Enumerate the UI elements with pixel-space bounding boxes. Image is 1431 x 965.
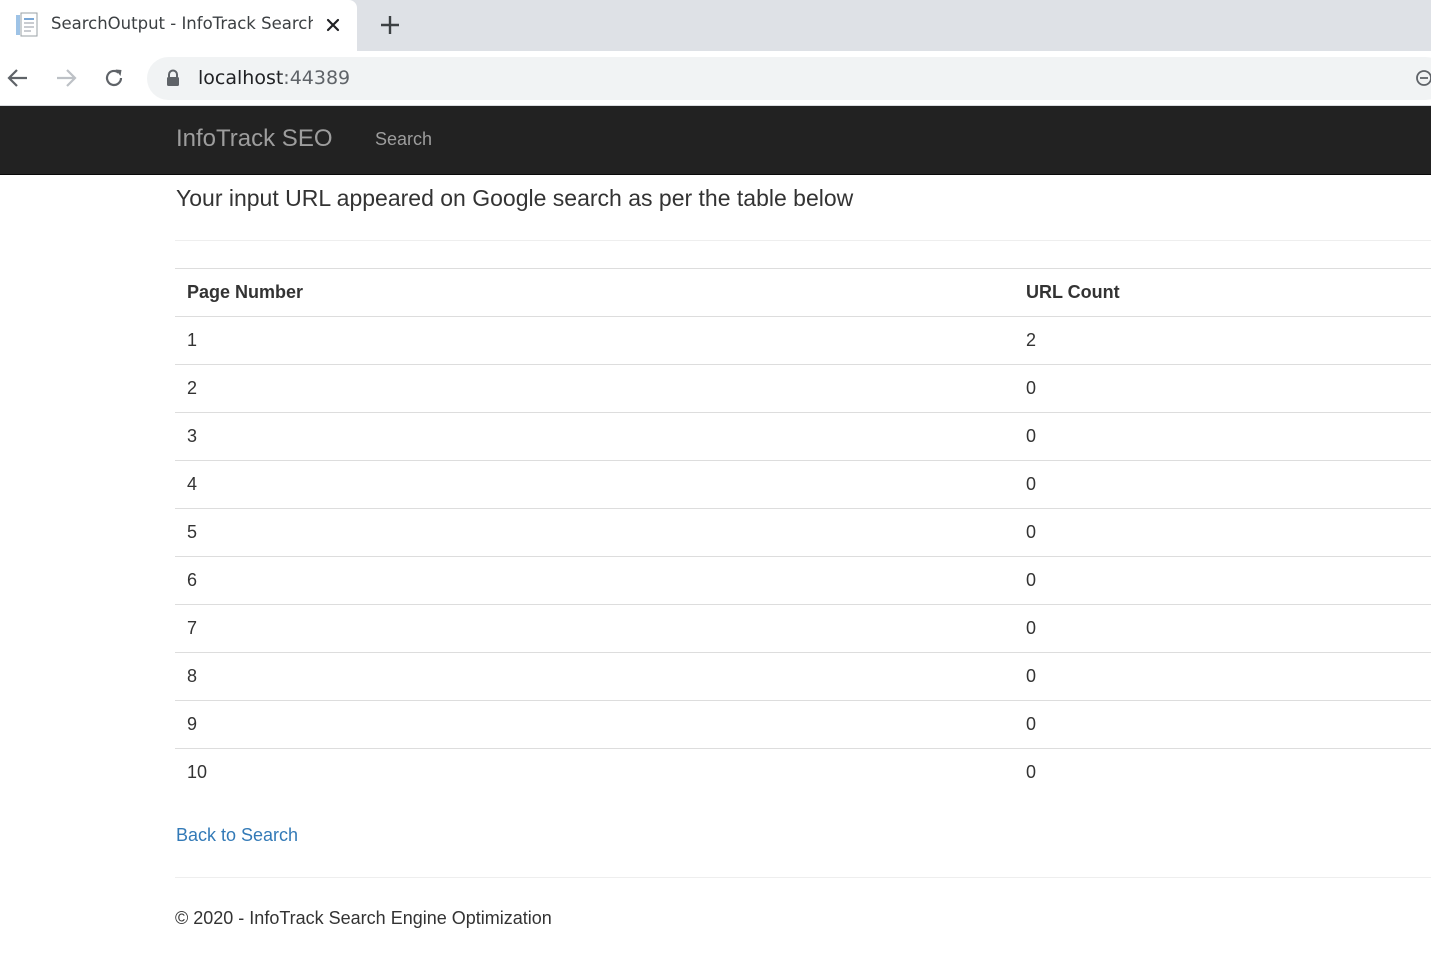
cell-page-number: 1 [187, 330, 198, 350]
address-bar[interactable]: localhost:44389 [147, 57, 1431, 100]
back-arrow-icon[interactable] [2, 62, 34, 94]
cell-url-count: 0 [1014, 652, 1431, 701]
zoom-out-icon[interactable] [1415, 69, 1431, 87]
footer-divider [175, 877, 1431, 878]
table-row: 2 0 [175, 364, 1431, 413]
divider [175, 240, 1431, 241]
url-host: localhost [198, 67, 284, 89]
cell-url-count: 0 [1014, 556, 1431, 605]
column-header-url-count: URL Count [1014, 268, 1431, 317]
cell-page-number: 5 [175, 508, 1014, 557]
cell-url-count: 0 [1014, 460, 1431, 509]
cell-page-number: 10 [175, 748, 1014, 797]
tab-title: SearchOutput - InfoTrack Search [51, 14, 313, 33]
lock-icon[interactable] [165, 69, 181, 87]
cell-page-number: 6 [175, 556, 1014, 605]
url-port: :44389 [283, 67, 351, 89]
cell-url-count: 0 [1014, 748, 1431, 797]
table-header-row: Page Number URL Count [175, 268, 1431, 317]
cell-url-count: 0 [1014, 364, 1431, 413]
table-row: 8 0 [175, 652, 1431, 701]
cell-url-count: 2 [1026, 330, 1037, 350]
app-navbar: InfoTrack SEO Search [0, 106, 1431, 175]
page-icon [15, 12, 39, 38]
cell-page-number: 9 [175, 700, 1014, 749]
table-row: 7 0 [175, 604, 1431, 653]
table-row: 1 2 [175, 317, 1431, 365]
cell-page-number: 4 [175, 460, 1014, 509]
table-row: 3 0 [175, 412, 1431, 461]
new-tab-plus-icon[interactable] [374, 9, 406, 41]
cell-page-number: 8 [175, 652, 1014, 701]
browser-tab-strip: SearchOutput - InfoTrack Search [0, 0, 1431, 51]
cell-page-number: 2 [175, 364, 1014, 413]
cell-url-count: 0 [1014, 604, 1431, 653]
back-to-search-link[interactable]: Back to Search [176, 825, 298, 846]
results-table: Page Number URL Count 1 2 2 0 3 0 4 0 5 … [175, 268, 1431, 797]
cell-url-count: 0 [1014, 508, 1431, 557]
cell-url-count: 0 [1014, 700, 1431, 749]
page-heading: Your input URL appeared on Google search… [176, 185, 854, 211]
close-tab-icon[interactable] [320, 12, 346, 38]
url-text[interactable]: localhost:44389 [198, 67, 350, 89]
table-row: 9 0 [175, 700, 1431, 749]
browser-tab[interactable]: SearchOutput - InfoTrack Search [0, 0, 357, 51]
table-row: 6 0 [175, 556, 1431, 605]
browser-toolbar: localhost:44389 [0, 51, 1431, 106]
forward-arrow-icon[interactable] [50, 62, 82, 94]
brand-logo-text[interactable]: InfoTrack SEO [176, 125, 333, 153]
nav-link-search[interactable]: Search [375, 129, 432, 150]
reload-icon[interactable] [98, 62, 130, 94]
table-row: 10 0 [175, 748, 1431, 797]
column-header-page-number: Page Number [175, 268, 1014, 317]
cell-page-number: 7 [175, 604, 1014, 653]
table-row: 5 0 [175, 508, 1431, 557]
footer-copyright: © 2020 - InfoTrack Search Engine Optimiz… [175, 908, 552, 928]
cell-url-count: 0 [1014, 412, 1431, 461]
cell-page-number: 3 [175, 412, 1014, 461]
table-row: 4 0 [175, 460, 1431, 509]
